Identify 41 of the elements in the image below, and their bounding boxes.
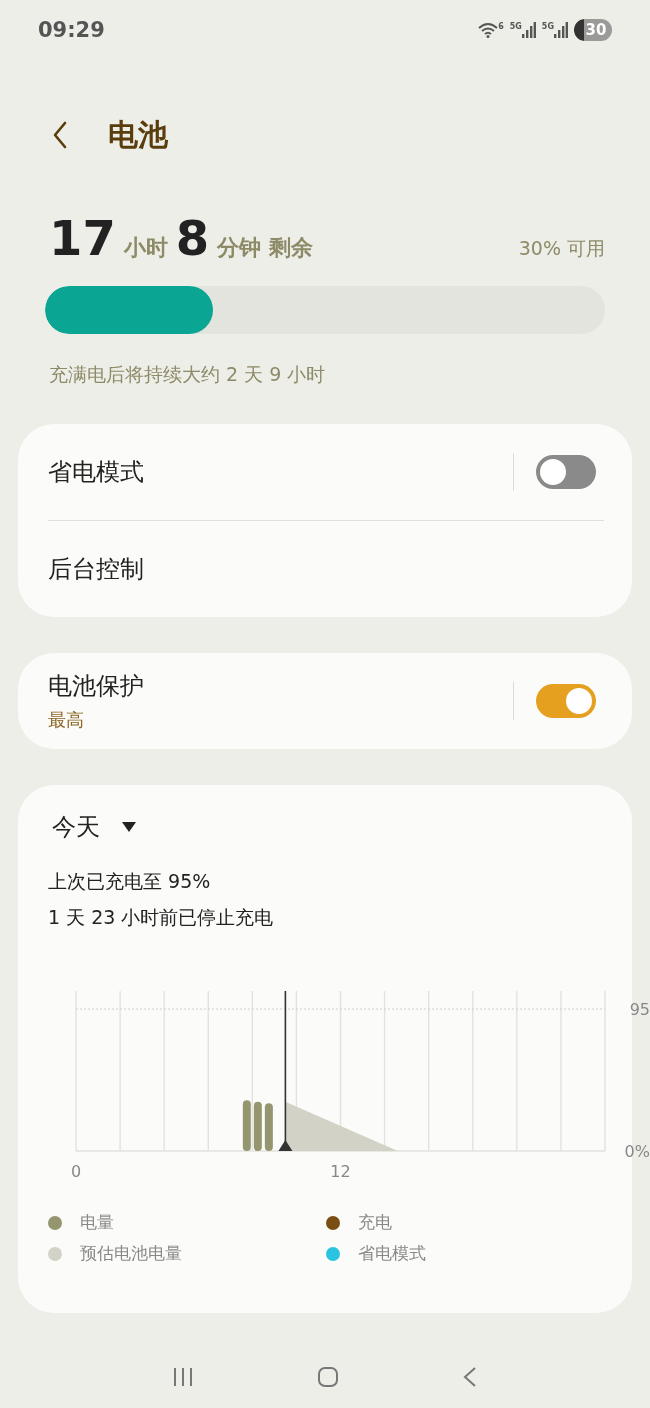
toggle-switch[interactable] [536,455,596,489]
charge-stopped-text: 1 天 23 小时前已停止充电 [48,905,275,930]
network-label: 5G [541,22,554,31]
x-axis-label: 0 [70,1162,82,1181]
setting-label[interactable]: 省电模式 [48,456,513,488]
battery-fill [574,19,584,41]
full-charge-note: 充满电后将持续大约 2 天 9 小时 [48,362,327,387]
hours-value: 17 [49,210,116,266]
wifi-icon [478,22,499,38]
legend-label: 充电 [358,1211,392,1234]
network-label: 5G [509,22,522,31]
page-title: 电池 [108,115,168,154]
back-icon[interactable] [52,121,68,149]
setting-value: 最高 [48,708,85,732]
remaining-label: 剩余 [269,234,314,262]
signal-icon [554,22,568,38]
home-icon[interactable] [317,1366,339,1388]
hours-unit: 小时 [123,234,168,262]
usage-bar [253,1101,262,1151]
recent-apps-icon[interactable] [171,1367,194,1387]
toggle-switch[interactable] [536,684,596,718]
available-percent: 30% 可用 [518,236,605,261]
setting-label[interactable]: 电池保护 [48,670,513,702]
wifi-label: 6 [498,22,504,31]
clock-time: 09:29 [38,18,105,42]
x-axis-label: 12 [330,1162,351,1181]
usage-bar [242,1100,251,1151]
usage-bar [264,1103,273,1151]
period-dropdown[interactable]: 今天 [52,811,136,843]
battery-percent: 30 [585,21,607,39]
setting-label[interactable]: 后台控制 [48,553,604,585]
last-charge-text: 上次已充电至 95% [48,869,212,894]
dropdown-icon [122,822,136,832]
legend-label: 预估电池电量 [80,1242,182,1265]
y-axis-label: 95 [629,1000,650,1019]
legend-label: 省电模式 [358,1242,426,1265]
signal-icon [521,22,536,38]
minutes-unit: 分钟 [217,234,262,262]
minutes-value: 8 [175,210,210,266]
legend-label: 电量 [80,1211,114,1234]
y-axis-label: 0% [624,1142,650,1161]
